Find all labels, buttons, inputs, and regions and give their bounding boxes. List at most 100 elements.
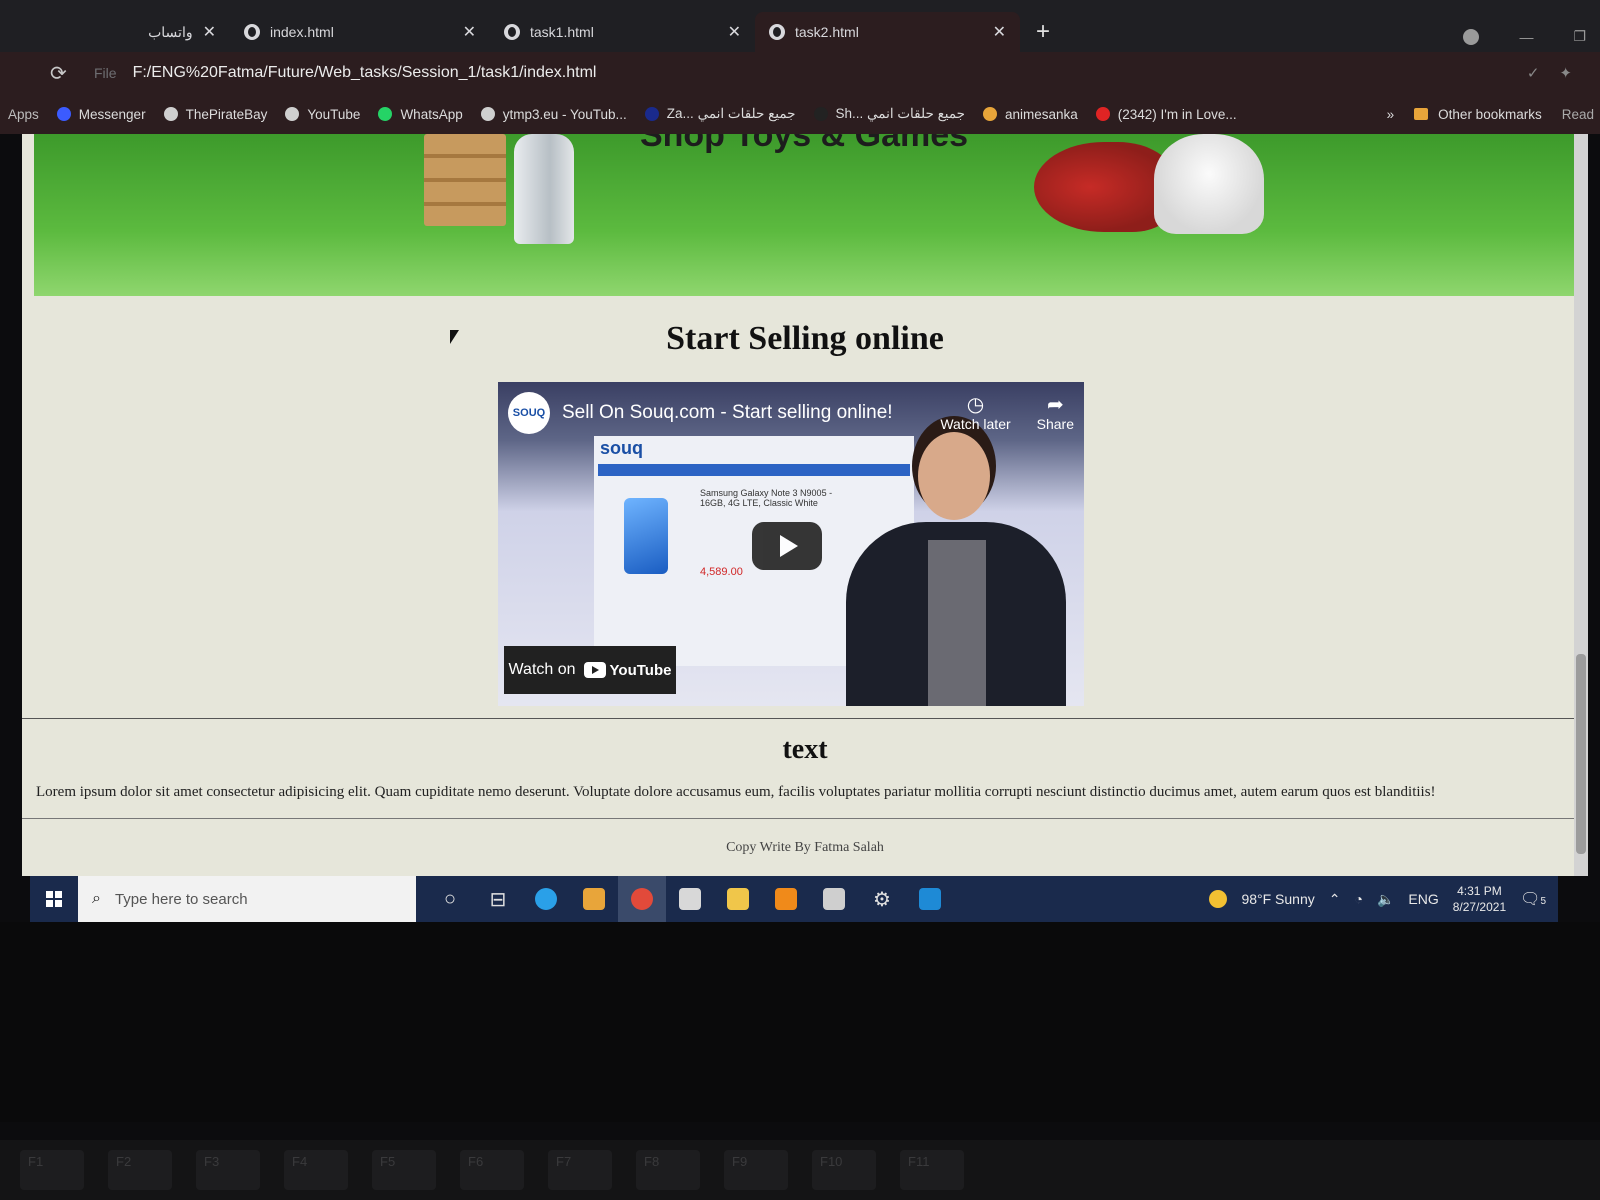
- store-icon[interactable]: [570, 876, 618, 922]
- bookmark-label: WhatsApp: [400, 106, 463, 122]
- bookmark-icon: [982, 107, 997, 121]
- other-bookmarks[interactable]: Other bookmarks: [1414, 107, 1542, 122]
- file-chip[interactable]: File: [94, 65, 117, 81]
- bookmark-label: Messenger: [78, 106, 146, 122]
- mail-icon[interactable]: [666, 876, 714, 922]
- toy-pony-image: [1154, 134, 1264, 234]
- clock-date: 8/27/2021: [1452, 900, 1507, 914]
- bookmark-icon: [56, 107, 71, 121]
- puzzle-icon[interactable]: ✦: [1559, 64, 1572, 82]
- more-bookmarks-button[interactable]: »: [1387, 107, 1395, 122]
- divider: [22, 818, 1588, 819]
- watch-later-label: Watch later: [940, 416, 1011, 432]
- play-button[interactable]: [752, 522, 822, 570]
- bookmark-label: (2342) I'm in Love...: [1117, 106, 1237, 122]
- youtube-icon: [583, 662, 606, 678]
- bookmark-icon: [644, 107, 659, 121]
- share-label: Share: [1036, 416, 1074, 432]
- function-key: F8: [636, 1150, 700, 1190]
- youtube-wordmark: YouTube: [609, 661, 672, 679]
- apps-shortcut[interactable]: Apps: [8, 107, 39, 122]
- share-button[interactable]: ➦ Share: [1037, 394, 1074, 432]
- watch-later-button[interactable]: ◷ Watch later: [940, 394, 1010, 432]
- tab-label: task1.html: [530, 24, 594, 40]
- pinned-apps: ○ ⊟ ⚙: [426, 876, 954, 922]
- tab-task2-html[interactable]: task2.html ✕: [755, 12, 1020, 52]
- bookmark-item[interactable]: YouTube: [285, 107, 360, 122]
- weather-text[interactable]: 98°F Sunny: [1241, 891, 1314, 907]
- bookmark-icon: [1095, 107, 1110, 121]
- chevron-up-icon[interactable]: ⌃: [1329, 891, 1341, 908]
- phone-image: [624, 498, 668, 574]
- scrollbar-thumb[interactable]: [1576, 654, 1586, 854]
- play-icon: [780, 535, 798, 557]
- file-explorer-icon[interactable]: [714, 876, 762, 922]
- new-tab-button[interactable]: +: [1020, 12, 1066, 52]
- bookmark-item[interactable]: ThePirateBay: [163, 107, 267, 122]
- function-key-row: F1 F2 F3 F4 F5 F6 F7 F8 F9 F10 F11: [0, 1140, 1600, 1200]
- vscode-icon[interactable]: [906, 876, 954, 922]
- address-bar: ⟳ File F:/ENG%20Fatma/Future/Web_tasks/S…: [0, 52, 1600, 94]
- channel-logo[interactable]: SOUQ: [508, 392, 550, 434]
- close-icon[interactable]: ✕: [728, 22, 741, 42]
- edge-icon[interactable]: [522, 876, 570, 922]
- clock[interactable]: 4:31 PM 8/27/2021: [1453, 883, 1506, 915]
- task-view-icon[interactable]: ⊟: [474, 876, 522, 922]
- bookmark-label: YouTube: [307, 106, 361, 122]
- language-indicator[interactable]: ENG: [1408, 891, 1438, 907]
- notifications-icon[interactable]: 🗨5: [1520, 889, 1546, 909]
- profile-icon[interactable]: [1463, 28, 1480, 45]
- extension-icon[interactable]: ✓: [1527, 64, 1540, 82]
- clock-icon: ◷: [966, 394, 985, 416]
- bookmark-item[interactable]: Messenger: [56, 106, 146, 122]
- presenter-image: [846, 422, 1074, 706]
- bookmark-item[interactable]: ytmp3.eu - YouTub...: [480, 106, 627, 122]
- scrollbar[interactable]: [1574, 134, 1588, 876]
- copyright-footer: Copy Write By Fatma Salah: [726, 840, 884, 855]
- tab-index-html[interactable]: index.html ✕: [230, 12, 490, 52]
- toy-dragon-image: [1034, 142, 1174, 232]
- watch-on-label: Watch on: [508, 661, 576, 678]
- tab-task1-html[interactable]: task1.html ✕: [490, 12, 755, 52]
- reading-list-button[interactable]: Read: [1562, 107, 1594, 122]
- bookmark-item[interactable]: Sh... جميع حلقات انمي: [813, 106, 965, 122]
- volume-icon[interactable]: 🔈: [1377, 891, 1394, 908]
- url-text[interactable]: F:/ENG%20Fatma/Future/Web_tasks/Session_…: [133, 64, 597, 82]
- search-icon: ⌕: [92, 890, 101, 907]
- network-icon[interactable]: ◔: [1354, 891, 1362, 907]
- youtube-embed[interactable]: souq Samsung Galaxy Note 3 N9005 - 16GB,…: [498, 382, 1084, 706]
- bookmark-icon: [163, 107, 178, 121]
- vlc-icon[interactable]: [762, 876, 810, 922]
- minimize-icon[interactable]: —: [1519, 29, 1533, 45]
- sun-icon: [1209, 890, 1228, 908]
- video-title[interactable]: Sell On Souq.com - Start selling online!: [562, 402, 914, 424]
- tab-whatsapp[interactable]: واتساب ✕: [0, 12, 230, 52]
- start-button[interactable]: [30, 876, 78, 922]
- bookmark-label: ytmp3.eu - YouTub...: [502, 106, 627, 122]
- cortana-icon[interactable]: ○: [426, 876, 474, 922]
- bookmark-item[interactable]: Za... جميع حلقات انمي: [644, 106, 796, 122]
- bookmark-item[interactable]: (2342) I'm in Love...: [1095, 106, 1237, 122]
- function-key: F11: [900, 1150, 964, 1190]
- restore-icon[interactable]: ❐: [1573, 28, 1586, 45]
- clock-time: 4:31 PM: [1457, 884, 1502, 898]
- close-icon[interactable]: ✕: [993, 22, 1006, 42]
- chrome-icon[interactable]: [618, 876, 666, 922]
- laptop-bezel: [0, 922, 1600, 1122]
- app-icon[interactable]: [810, 876, 858, 922]
- watch-on-youtube-button[interactable]: Watch on YouTube: [504, 646, 676, 694]
- reload-icon[interactable]: ⟳: [50, 61, 80, 86]
- settings-gear-icon[interactable]: ⚙: [858, 876, 906, 922]
- mock-price: 4,589.00: [700, 566, 743, 578]
- function-key: F6: [460, 1150, 524, 1190]
- omnibox[interactable]: File F:/ENG%20Fatma/Future/Web_tasks/Ses…: [94, 64, 1527, 82]
- tab-strip: واتساب ✕ index.html ✕ task1.html ✕ task2…: [0, 0, 1600, 52]
- close-icon[interactable]: ✕: [463, 22, 476, 42]
- windows-icon: [46, 891, 62, 907]
- taskbar-search[interactable]: ⌕ Type here to search: [78, 876, 416, 922]
- bookmark-item[interactable]: animesanka: [982, 106, 1078, 122]
- toy-blocks-image: [424, 134, 506, 226]
- bookmark-label: animesanka: [1004, 106, 1078, 122]
- close-icon[interactable]: ✕: [203, 22, 216, 42]
- bookmark-item[interactable]: WhatsApp: [378, 106, 463, 122]
